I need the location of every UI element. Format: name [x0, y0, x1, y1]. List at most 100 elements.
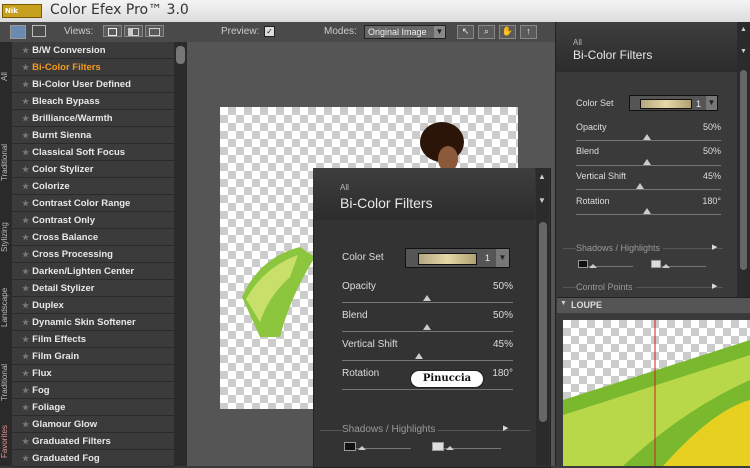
filter-item[interactable]: ★ Film Grain	[12, 348, 174, 365]
loupe-header[interactable]: ▼ LOUPE	[557, 297, 750, 313]
zoom-tool-icon[interactable]: ⌕	[478, 25, 495, 39]
tab-favorites[interactable]: Favorites	[0, 417, 12, 466]
rotation-slider[interactable]	[342, 389, 513, 390]
filter-item[interactable]: ★ B/W Conversion	[12, 42, 174, 59]
star-icon[interactable]: ★	[22, 267, 29, 276]
star-icon[interactable]: ★	[22, 63, 29, 72]
filter-item[interactable]: ★ Graduated Filters	[12, 433, 174, 450]
right-rotation-slider[interactable]	[576, 214, 721, 215]
tab-stylizing[interactable]: Stylizing	[0, 212, 12, 262]
star-icon[interactable]: ★	[22, 182, 29, 191]
star-icon[interactable]: ★	[22, 386, 29, 395]
view-split-button[interactable]	[124, 25, 143, 37]
star-icon[interactable]: ★	[22, 80, 29, 89]
filter-item[interactable]: ★ Bi-Color User Defined	[12, 76, 174, 93]
right-shadows-highlights-label[interactable]: Shadows / Highlights	[576, 243, 664, 253]
eyedropper-tool-icon[interactable]: ↑	[520, 25, 537, 39]
filter-item[interactable]: ★ Cross Processing	[12, 246, 174, 263]
filter-item[interactable]: ★ Duplex	[12, 297, 174, 314]
control-points-label[interactable]: Control Points	[576, 282, 636, 292]
star-icon[interactable]: ★	[22, 216, 29, 225]
blend-knob[interactable]	[423, 324, 431, 330]
expand-arrow-icon[interactable]: ▶	[503, 424, 508, 432]
star-icon[interactable]: ★	[22, 318, 29, 327]
chevron-down-icon[interactable]: ▼	[496, 249, 509, 267]
tab-landscape[interactable]: Landscape	[0, 277, 12, 337]
split-view-icon[interactable]	[32, 25, 46, 37]
chevron-down-icon[interactable]: ▼	[706, 96, 717, 110]
star-icon[interactable]: ★	[22, 437, 29, 446]
star-icon[interactable]: ★	[22, 352, 29, 361]
filter-item[interactable]: ★ Fog	[12, 382, 174, 399]
star-icon[interactable]: ★	[22, 420, 29, 429]
filter-item[interactable]: ★ Darken/Lighten Center	[12, 263, 174, 280]
right-vertical-shift-knob[interactable]	[636, 183, 644, 189]
vertical-shift-knob[interactable]	[415, 353, 423, 359]
vertical-shift-slider[interactable]	[342, 360, 513, 361]
tab-traditional-2[interactable]: Traditional	[0, 352, 12, 412]
view-single-button[interactable]	[103, 25, 122, 37]
filter-item[interactable]: ★ Film Effects	[12, 331, 174, 348]
shadows-knob[interactable]	[358, 446, 366, 450]
filter-item[interactable]: ★ Brilliance/Warmth	[12, 110, 174, 127]
filter-item[interactable]: ★ Classical Soft Focus	[12, 144, 174, 161]
view-side-by-side-button[interactable]	[145, 25, 164, 37]
star-icon[interactable]: ★	[22, 148, 29, 157]
filter-item[interactable]: ★ Burnt Sienna	[12, 127, 174, 144]
scroll-thumb[interactable]	[176, 46, 185, 64]
filter-item[interactable]: ★ Bleach Bypass	[12, 93, 174, 110]
right-highlights-knob[interactable]	[662, 264, 670, 268]
star-icon[interactable]: ★	[22, 454, 29, 463]
star-icon[interactable]: ★	[22, 335, 29, 344]
star-icon[interactable]: ★	[22, 199, 29, 208]
blend-slider[interactable]	[342, 331, 513, 332]
filter-item[interactable]: ★ Graduated Fog	[12, 450, 174, 467]
right-blend-slider[interactable]	[576, 165, 721, 166]
filter-item[interactable]: ★ Flux	[12, 365, 174, 382]
star-icon[interactable]: ★	[22, 165, 29, 174]
tab-all[interactable]: All	[0, 62, 12, 92]
filter-item[interactable]: ★ Cross Balance	[12, 229, 174, 246]
scroll-down-icon[interactable]: ▼	[740, 48, 747, 55]
filter-item[interactable]: ★ Glamour Glow	[12, 416, 174, 433]
shadows-highlights-label[interactable]: Shadows / Highlights	[342, 424, 439, 435]
star-icon[interactable]: ★	[22, 250, 29, 259]
right-opacity-slider[interactable]	[576, 140, 721, 141]
hand-tool-icon[interactable]: ✋	[499, 25, 516, 39]
scroll-down-icon[interactable]: ▼	[538, 196, 546, 205]
star-icon[interactable]: ★	[22, 46, 29, 55]
scroll-up-icon[interactable]: ▲	[538, 172, 546, 181]
filter-item[interactable]: ★ Contrast Only	[12, 212, 174, 229]
star-icon[interactable]: ★	[22, 301, 29, 310]
opacity-knob[interactable]	[423, 295, 431, 301]
pointer-tool-icon[interactable]: ↖	[457, 25, 474, 39]
star-icon[interactable]: ★	[22, 97, 29, 106]
filter-item[interactable]: ★ Detail Stylizer	[12, 280, 174, 297]
star-icon[interactable]: ★	[22, 233, 29, 242]
highlights-knob[interactable]	[446, 446, 454, 450]
filter-item[interactable]: ★ Colorize	[12, 178, 174, 195]
scroll-up-icon[interactable]: ▲	[740, 26, 747, 33]
tab-traditional[interactable]: Traditional	[0, 132, 12, 192]
filter-item[interactable]: ★ Color Stylizer	[12, 161, 174, 178]
star-icon[interactable]: ★	[22, 131, 29, 140]
star-icon[interactable]: ★	[22, 284, 29, 293]
star-icon[interactable]: ★	[22, 114, 29, 123]
right-rotation-knob[interactable]	[643, 208, 651, 214]
star-icon[interactable]: ★	[22, 403, 29, 412]
panel-scroll-thumb[interactable]	[539, 222, 547, 422]
filter-list-scrollbar[interactable]	[174, 42, 187, 466]
image-view-icon[interactable]	[10, 25, 26, 39]
expand-arrow-icon[interactable]: ▶	[712, 243, 717, 251]
star-icon[interactable]: ★	[22, 369, 29, 378]
right-vertical-shift-slider[interactable]	[576, 189, 721, 190]
filter-item[interactable]: ★ Contrast Color Range	[12, 195, 174, 212]
modes-select[interactable]: Original Image ▼	[364, 25, 446, 39]
right-scroll-thumb[interactable]	[740, 70, 747, 270]
collapse-arrow-icon[interactable]: ▼	[560, 300, 567, 307]
filter-item[interactable]: ★ Foliage	[12, 399, 174, 416]
right-shadows-knob[interactable]	[589, 264, 597, 268]
filter-item[interactable]: ★ Dynamic Skin Softener	[12, 314, 174, 331]
right-blend-knob[interactable]	[643, 159, 651, 165]
expand-arrow-icon[interactable]: ▶	[712, 282, 717, 290]
